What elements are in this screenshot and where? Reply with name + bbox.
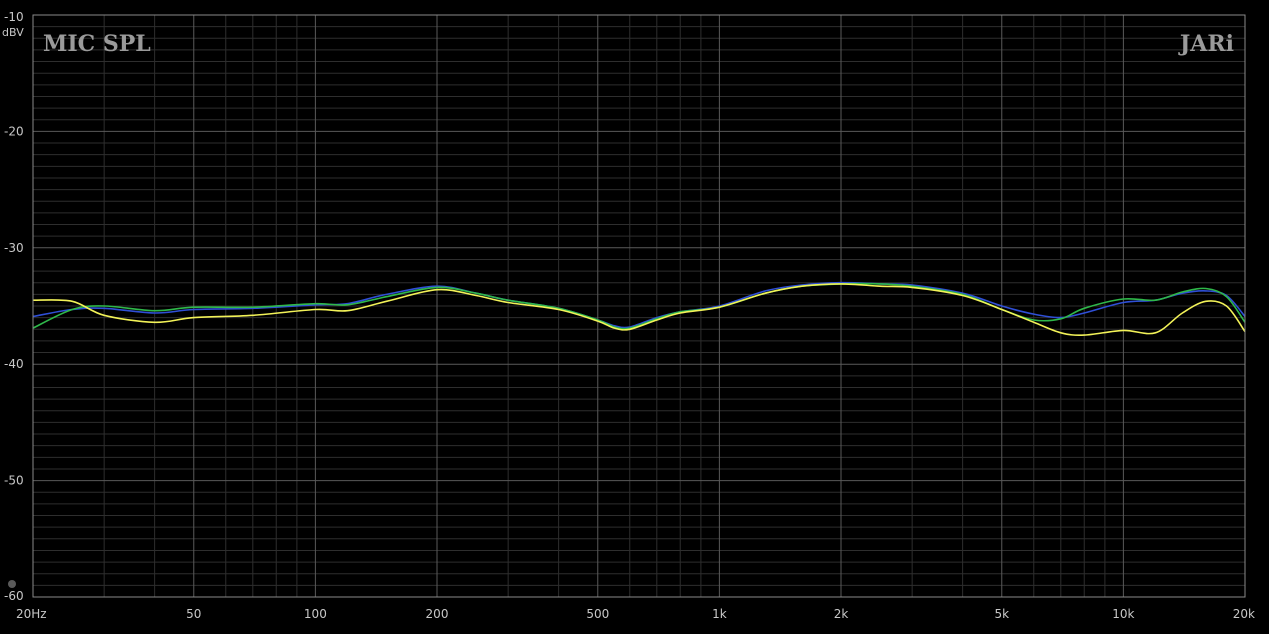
y-tick-label: -20	[4, 124, 24, 138]
y-axis-unit: dBV	[2, 26, 24, 39]
y-tick-label: -10	[4, 10, 24, 24]
y-tick-label: -40	[4, 357, 24, 371]
x-tick-label: 100	[304, 607, 327, 621]
corner-dot-icon	[8, 580, 16, 588]
frequency-response-chart: 20Hz 50 100 200 500 1k 2k 5k 10k 20k -10 -20 -30 -40…	[0, 0, 1269, 634]
x-tick-label: 2k	[834, 607, 849, 621]
y-tick-label: -50	[4, 474, 24, 488]
x-tick-label: 1k	[712, 607, 727, 621]
x-tick-label: 20k	[1233, 607, 1255, 621]
x-tick-label: 20Hz	[16, 607, 47, 621]
x-tick-label: 10k	[1112, 607, 1134, 621]
x-tick-label: 5k	[994, 607, 1009, 621]
x-tick-label: 50	[186, 607, 201, 621]
y-tick-label: -30	[4, 241, 24, 255]
brand-logo: JARi	[1178, 31, 1234, 57]
x-tick-label: 200	[426, 607, 449, 621]
chart-title: MIC SPL	[43, 31, 151, 57]
x-tick-label: 500	[586, 607, 609, 621]
y-tick-label: -60	[4, 589, 24, 603]
